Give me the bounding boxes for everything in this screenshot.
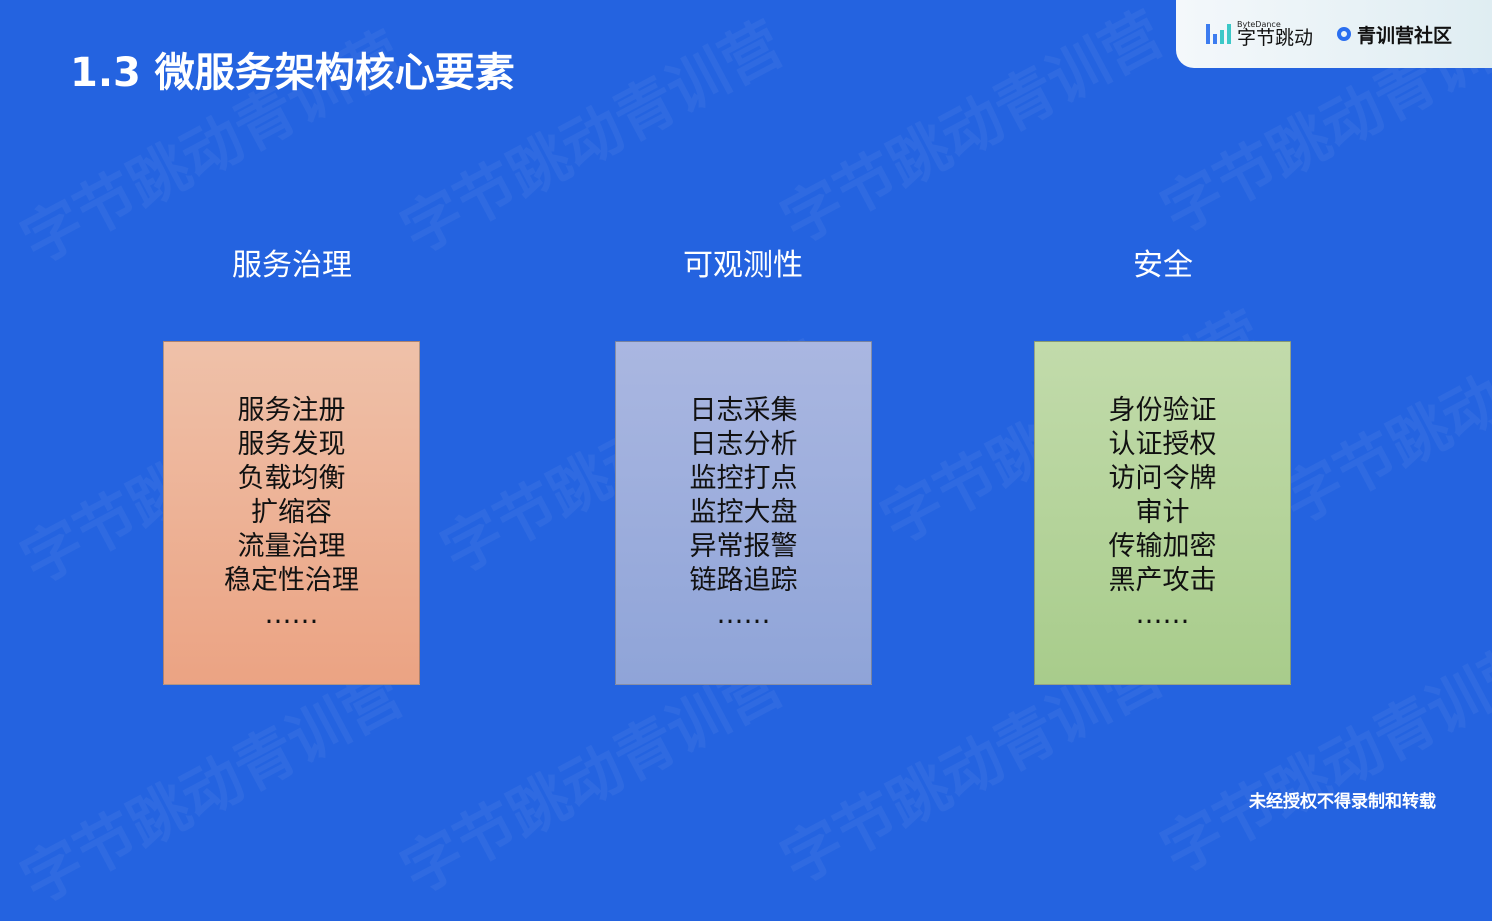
list-item: 流量治理 (237, 531, 346, 562)
bytedance-logo-icon (1206, 24, 1231, 44)
list-item: …… (1135, 599, 1190, 630)
governance-box: 服务注册 服务发现 负载均衡 扩缩容 流量治理 稳定性治理 …… (163, 341, 420, 685)
list-item: 监控打点 (689, 463, 798, 494)
list-item: 传输加密 (1108, 531, 1217, 562)
list-item: 日志分析 (689, 429, 798, 460)
list-item: 稳定性治理 (224, 565, 359, 596)
copyright-notice: 未经授权不得录制和转载 (1249, 792, 1436, 812)
list-item: 访问令牌 (1108, 463, 1217, 494)
watermark: 字节跳动青训营 (10, 658, 415, 918)
list-item: 扩缩容 (251, 497, 332, 528)
column-heading: 可观测性 (683, 248, 803, 283)
watermark: 字节跳动青训营 (770, 0, 1175, 258)
observability-box: 日志采集 日志分析 监控打点 监控大盘 异常报警 链路追踪 …… (615, 341, 872, 685)
list-item: 负载均衡 (237, 463, 346, 494)
list-item: 日志采集 (689, 395, 798, 426)
brand-logo: ByteDance 字节跳动 青训营社区 (1176, 0, 1492, 68)
list-item: 监控大盘 (689, 497, 798, 528)
bytedance-label: 字节跳动 (1237, 26, 1314, 49)
watermark: 字节跳动青训营 (1270, 278, 1492, 538)
list-item: 黑产攻击 (1108, 565, 1217, 596)
list-item: …… (716, 599, 771, 630)
list-item: 链路追踪 (689, 565, 798, 596)
slide-title: 1.3 微服务架构核心要素 (70, 50, 515, 96)
list-item: 身份验证 (1108, 395, 1217, 426)
security-box: 身份验证 认证授权 访问令牌 审计 传输加密 黑产攻击 …… (1034, 341, 1291, 685)
list-item: 服务发现 (237, 429, 346, 460)
list-item: …… (264, 599, 319, 630)
column-heading: 安全 (1133, 248, 1193, 283)
list-item: 服务注册 (237, 395, 346, 426)
list-item: 认证授权 (1108, 429, 1217, 460)
column-heading: 服务治理 (232, 248, 352, 283)
list-item: 审计 (1135, 497, 1190, 528)
list-item: 异常报警 (689, 531, 798, 562)
community-label: 青训营社区 (1357, 24, 1453, 47)
community-logo-icon (1337, 27, 1352, 41)
